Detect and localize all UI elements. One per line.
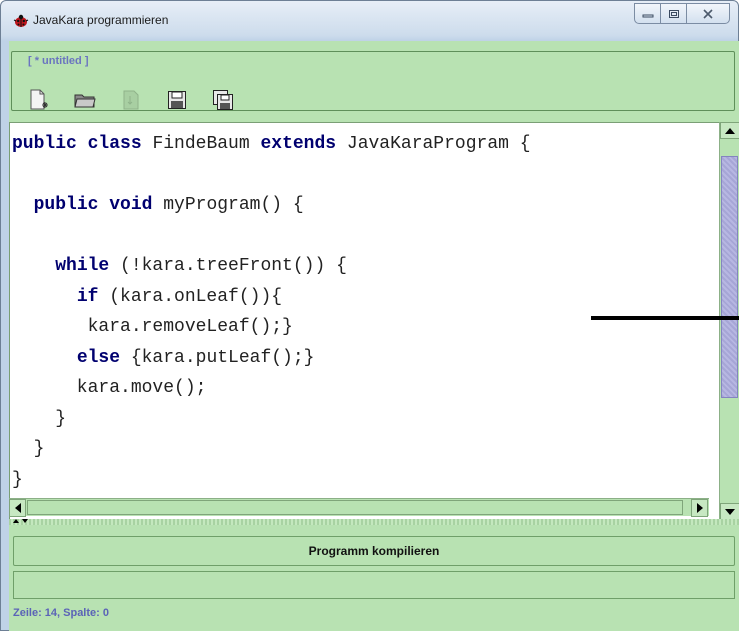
scroll-right-button[interactable] xyxy=(691,499,708,517)
code-token: } xyxy=(12,469,23,490)
split-pane-divider[interactable] xyxy=(9,519,739,525)
arrow-down-icon xyxy=(725,508,735,515)
arrow-right-icon xyxy=(696,503,703,513)
new-file-button[interactable] xyxy=(28,89,50,111)
arrow-left-icon xyxy=(14,503,21,513)
vertical-scroll-thumb[interactable] xyxy=(721,156,738,398)
code-token: kara.removeLeaf();} xyxy=(12,317,293,337)
collapse-arrows-icon xyxy=(13,519,28,523)
cursor-position-status: Zeile: 14, Spalte: 0 xyxy=(13,607,109,619)
template-button[interactable] xyxy=(120,89,142,111)
scroll-down-button[interactable] xyxy=(720,503,739,520)
code-line[interactable]: kara.move(); xyxy=(12,373,531,404)
code-editor[interactable]: public class FindeBaum extends JavaKaraP… xyxy=(9,122,739,522)
scroll-up-button[interactable] xyxy=(720,122,739,139)
new-file-icon xyxy=(30,89,48,110)
file-toolbar-panel: [ * untitled ] xyxy=(11,51,735,111)
window-controls xyxy=(634,3,730,24)
code-keyword: extends xyxy=(260,134,347,154)
open-file-button[interactable] xyxy=(74,89,96,111)
code-line[interactable] xyxy=(12,221,531,252)
toolbar-buttons xyxy=(28,89,234,111)
code-token: JavaKaraProgram { xyxy=(346,134,531,154)
code-line[interactable]: } xyxy=(12,465,531,496)
client-area: [ * untitled ] public class FindeBaum ex… xyxy=(9,41,739,631)
code-line[interactable]: while (!kara.treeFront()) { xyxy=(12,251,531,282)
code-keyword: void xyxy=(109,195,164,215)
divider-arrows[interactable] xyxy=(13,518,33,526)
code-token: kara.move(); xyxy=(12,378,207,398)
save-as-button[interactable] xyxy=(212,89,234,111)
code-token: } xyxy=(12,439,45,459)
code-line[interactable]: else {kara.putLeaf();} xyxy=(12,343,531,374)
code-text[interactable]: public class FindeBaum extends JavaKaraP… xyxy=(12,129,531,495)
save-button[interactable] xyxy=(166,89,188,111)
code-keyword: else xyxy=(76,347,131,368)
code-keyword: public xyxy=(33,195,110,215)
code-token: FindeBaum xyxy=(152,134,261,154)
horizontal-scrollbar[interactable] xyxy=(9,498,709,517)
title-bar[interactable]: JavaKara programmieren xyxy=(1,1,738,41)
template-icon xyxy=(123,90,139,110)
code-token: {kara.putLeaf();} xyxy=(130,347,315,368)
scroll-left-button[interactable] xyxy=(9,499,26,517)
minimize-button[interactable] xyxy=(634,3,661,24)
ladybug-icon xyxy=(13,14,29,27)
code-line[interactable]: } xyxy=(12,404,531,435)
window-title: JavaKara programmieren xyxy=(33,13,169,27)
code-line[interactable]: if (kara.onLeaf()){ xyxy=(12,282,531,313)
code-keyword: if xyxy=(76,286,110,307)
message-area xyxy=(13,571,735,599)
horizontal-scroll-thumb[interactable] xyxy=(27,500,683,515)
file-name-label: [ * untitled ] xyxy=(24,55,93,67)
close-icon xyxy=(703,8,713,19)
save-icon xyxy=(168,91,186,109)
code-line[interactable] xyxy=(12,160,531,191)
code-line[interactable]: public void myProgram() { xyxy=(12,190,531,221)
code-line[interactable]: kara.removeLeaf();} xyxy=(12,312,531,343)
close-button[interactable] xyxy=(686,3,730,24)
code-token: (!kara.treeFront()) { xyxy=(120,256,347,276)
code-token: } xyxy=(12,408,67,429)
minimize-icon xyxy=(642,14,653,17)
maximize-icon xyxy=(668,9,679,18)
save-as-icon xyxy=(213,90,233,110)
code-line[interactable]: public class FindeBaum extends JavaKaraP… xyxy=(12,129,531,160)
open-folder-icon xyxy=(74,94,96,108)
code-line[interactable]: } xyxy=(12,434,531,465)
code-keyword: class xyxy=(87,134,153,154)
arrow-up-icon xyxy=(725,127,735,134)
code-keyword: while xyxy=(55,256,121,276)
maximize-button[interactable] xyxy=(660,3,687,24)
code-token: myProgram() { xyxy=(163,195,304,215)
vertical-scrollbar[interactable] xyxy=(719,122,739,520)
code-token: (kara.onLeaf()){ xyxy=(109,286,283,307)
annotation-line xyxy=(591,316,739,320)
code-keyword: public xyxy=(12,134,88,154)
compile-button[interactable]: Programm kompilieren xyxy=(13,536,735,566)
